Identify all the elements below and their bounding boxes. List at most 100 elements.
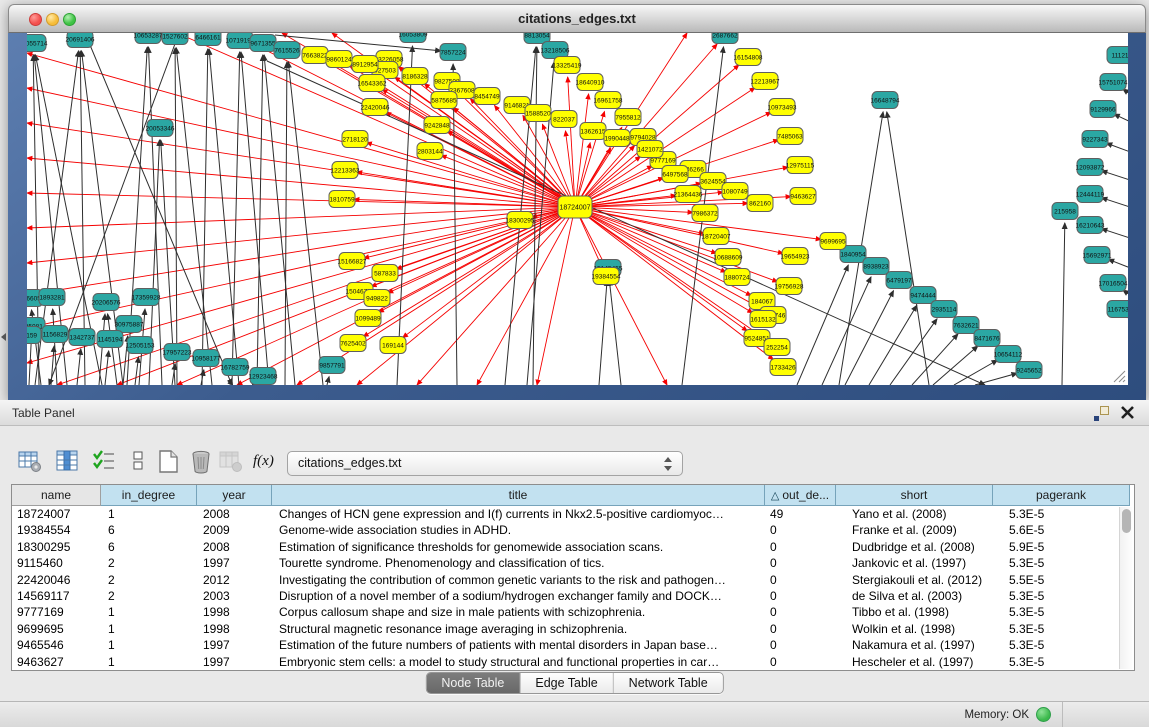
network-node[interactable]: 16543362 xyxy=(358,75,387,92)
network-node[interactable]: 9242848 xyxy=(424,117,450,134)
network-node[interactable]: 1880724 xyxy=(724,269,750,286)
network-node[interactable]: 20691406 xyxy=(66,33,95,48)
network-node[interactable]: 10653287 xyxy=(134,33,163,44)
network-node[interactable]: 8471676 xyxy=(974,330,1000,347)
network-node[interactable]: 16053809 xyxy=(399,33,428,43)
network-node[interactable]: 13218506 xyxy=(541,42,570,59)
network-edge[interactable] xyxy=(869,305,917,385)
network-node[interactable]: 949822 xyxy=(364,290,390,307)
network-window-titlebar[interactable]: citations_edges.txt xyxy=(8,4,1146,33)
network-node[interactable]: 20206576 xyxy=(92,294,121,311)
network-node[interactable]: 1588520 xyxy=(525,105,551,122)
column-header-year[interactable]: year xyxy=(197,485,272,506)
network-edge[interactable] xyxy=(599,280,607,385)
network-edge[interactable] xyxy=(264,55,295,385)
network-node[interactable]: 1990448 xyxy=(604,130,630,147)
network-node[interactable]: 9227343 xyxy=(1082,131,1108,148)
network-edge[interactable] xyxy=(912,334,958,385)
network-node[interactable]: 11121 xyxy=(1107,47,1128,64)
network-node[interactable]: 1733426 xyxy=(770,359,796,376)
network-node[interactable]: 12975115 xyxy=(786,157,815,174)
network-edge[interactable] xyxy=(890,319,937,385)
memory-status-indicator[interactable] xyxy=(1036,707,1051,722)
network-node[interactable]: 16961758 xyxy=(594,92,623,109)
network-node[interactable]: 5875685 xyxy=(431,92,457,109)
network-node[interactable]: 17359928 xyxy=(132,289,161,306)
network-node[interactable]: 18640910 xyxy=(576,74,605,91)
network-node[interactable]: 8938923 xyxy=(863,258,889,275)
network-node[interactable]: 8454749 xyxy=(474,88,500,105)
network-node[interactable]: 8186328 xyxy=(402,68,428,85)
network-node[interactable]: 8912954 xyxy=(352,56,378,73)
function-icon[interactable]: f(x) xyxy=(253,449,283,474)
table-row[interactable]: 2242004622012Investigating the contribut… xyxy=(12,572,1134,588)
column-header-out-de-[interactable]: △out_de... xyxy=(765,485,836,506)
network-canvas[interactable]: 1405571420691406106532871527602646616110… xyxy=(27,33,1128,385)
network-node[interactable]: 17016504 xyxy=(1099,275,1128,292)
network-node[interactable]: 1156829 xyxy=(42,326,68,343)
table-settings-icon[interactable] xyxy=(18,449,43,474)
table-row[interactable]: 1872400712008Changes of HCN gene express… xyxy=(12,506,1134,522)
network-node[interactable]: 1167533 xyxy=(1107,301,1128,318)
network-node[interactable]: 21364436 xyxy=(674,186,703,203)
network-node[interactable]: 9671355 xyxy=(250,35,276,52)
network-node[interactable]: 862160 xyxy=(747,195,773,212)
column-header-pagerank[interactable]: pagerank xyxy=(993,485,1130,506)
network-edge[interactable] xyxy=(1106,143,1128,153)
network-edge[interactable] xyxy=(327,377,329,385)
network-edge[interactable] xyxy=(1108,259,1128,269)
network-node[interactable]: 1810759 xyxy=(329,191,355,208)
network-node[interactable]: 13325419 xyxy=(553,57,582,74)
table-row[interactable]: 977716911998Corpus callosum shape and si… xyxy=(12,604,1134,620)
network-edge[interactable] xyxy=(1101,198,1128,208)
column-visibility-icon[interactable] xyxy=(55,449,80,474)
table-row[interactable]: 946554611997Estimation of the future num… xyxy=(12,637,1134,653)
network-node[interactable]: 2718120 xyxy=(342,131,368,148)
network-edge[interactable] xyxy=(1062,223,1065,385)
table-row[interactable]: 1830029562008Estimation of significance … xyxy=(12,539,1134,555)
network-node[interactable]: 1421072 xyxy=(637,141,663,158)
column-header-in-degree[interactable]: in_degree xyxy=(101,485,197,506)
table-row[interactable]: 911546021997Tourette syndrome. Phenomeno… xyxy=(12,555,1134,571)
close-panel-icon[interactable] xyxy=(1120,405,1135,420)
network-node[interactable]: 12093872 xyxy=(1076,159,1105,176)
tab-network-table[interactable]: Network Table xyxy=(614,673,723,693)
network-node[interactable]: 19756928 xyxy=(775,278,804,295)
delete-table-icon[interactable] xyxy=(219,449,244,474)
network-node[interactable]: 215958 xyxy=(1052,203,1078,220)
column-header-name[interactable]: name xyxy=(12,485,101,506)
column-header-title[interactable]: title xyxy=(272,485,765,506)
network-node[interactable]: 18724007 xyxy=(558,196,592,218)
network-node[interactable]: 18300295 xyxy=(506,212,535,229)
network-node[interactable]: 39159 xyxy=(27,327,41,344)
network-node[interactable]: 169144 xyxy=(380,337,406,354)
network-node[interactable]: 1099489 xyxy=(355,310,381,327)
network-node[interactable]: 6497568 xyxy=(662,166,688,183)
network-node[interactable]: 12213363 xyxy=(331,162,360,179)
network-node[interactable]: 16154808 xyxy=(734,49,763,66)
network-node[interactable]: 19654923 xyxy=(781,248,810,265)
network-node[interactable]: 12444119 xyxy=(1076,186,1105,203)
network-edge[interactable] xyxy=(1101,171,1128,181)
network-edge[interactable] xyxy=(232,52,240,385)
network-node[interactable]: 16648794 xyxy=(871,92,900,109)
network-node[interactable]: 7857224 xyxy=(440,44,466,61)
network-node[interactable]: 12213967 xyxy=(751,73,780,90)
network-node[interactable]: 7986372 xyxy=(692,205,718,222)
resize-grip[interactable] xyxy=(1110,367,1126,383)
network-node[interactable]: 20053346 xyxy=(146,120,175,137)
network-node[interactable]: 9474444 xyxy=(910,287,936,304)
network-node[interactable]: 10973493 xyxy=(768,99,797,116)
tab-node-table[interactable]: Node Table xyxy=(426,673,520,693)
network-node[interactable]: 6479197 xyxy=(886,272,912,289)
network-edge[interactable] xyxy=(797,265,848,385)
scrollbar-thumb[interactable] xyxy=(1122,509,1131,533)
network-node[interactable]: 587833 xyxy=(372,265,398,282)
network-node[interactable]: 10654112 xyxy=(994,346,1023,363)
network-node[interactable]: 10688609 xyxy=(714,249,743,266)
network-node[interactable]: 1342737 xyxy=(69,329,95,346)
network-node[interactable]: 2803144 xyxy=(417,143,443,160)
table-row[interactable]: 946362711997Embryonic stem cells: a mode… xyxy=(12,654,1134,670)
table-select-combo[interactable]: citations_edges.txt xyxy=(287,451,683,476)
network-node[interactable]: 252254 xyxy=(764,339,790,356)
